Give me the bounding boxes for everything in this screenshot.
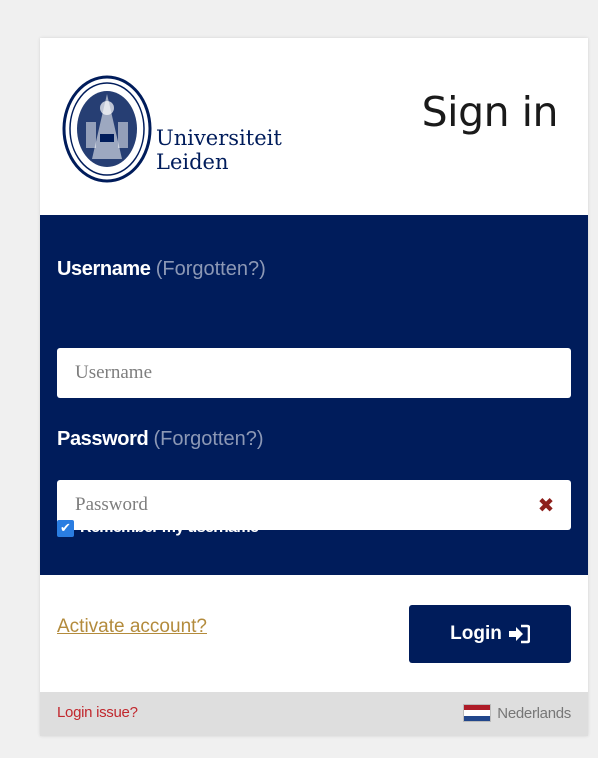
- login-form: Username (Forgotten?) Password (Forgotte…: [40, 215, 588, 575]
- activate-account-link[interactable]: Activate account?: [57, 616, 207, 638]
- wordmark-line-1: Universiteit: [156, 126, 282, 150]
- language-label: Nederlands: [497, 704, 571, 722]
- netherlands-flag-icon: [463, 704, 492, 722]
- username-input[interactable]: [57, 348, 571, 398]
- login-card: Universiteit Leiden Sign in Username (Fo…: [40, 38, 588, 736]
- username-forgotten-link[interactable]: (Forgotten?): [156, 258, 266, 280]
- password-label: Password: [57, 428, 149, 450]
- login-issue-link[interactable]: Login issue?: [57, 704, 138, 721]
- checkbox-checked-icon[interactable]: ✔: [57, 519, 74, 537]
- form-actions: Activate account? Login: [40, 575, 588, 692]
- remember-username-checkbox[interactable]: ✔ Remember my username: [57, 518, 259, 538]
- password-label-row: Password (Forgotten?): [57, 428, 264, 451]
- close-icon[interactable]: ✖: [536, 495, 556, 515]
- page-title: Sign in: [421, 88, 559, 136]
- password-forgotten-link[interactable]: (Forgotten?): [153, 428, 263, 450]
- login-button-label: Login: [450, 623, 502, 644]
- wordmark-line-2: Leiden: [156, 150, 229, 174]
- card-footer: Login issue? Nederlands: [40, 692, 588, 736]
- username-label-row: Username (Forgotten?): [57, 258, 266, 281]
- language-switch[interactable]: Nederlands: [463, 704, 571, 722]
- university-wordmark: Universiteit Leiden: [156, 126, 282, 174]
- remember-username-label: Remember my username: [80, 519, 259, 536]
- university-seal-icon: [62, 75, 152, 183]
- sign-in-arrow-icon: [508, 624, 530, 644]
- university-logo: Universiteit Leiden: [62, 74, 302, 184]
- login-button[interactable]: Login: [409, 605, 571, 663]
- card-header: Universiteit Leiden Sign in: [40, 38, 588, 215]
- username-label: Username: [57, 258, 151, 280]
